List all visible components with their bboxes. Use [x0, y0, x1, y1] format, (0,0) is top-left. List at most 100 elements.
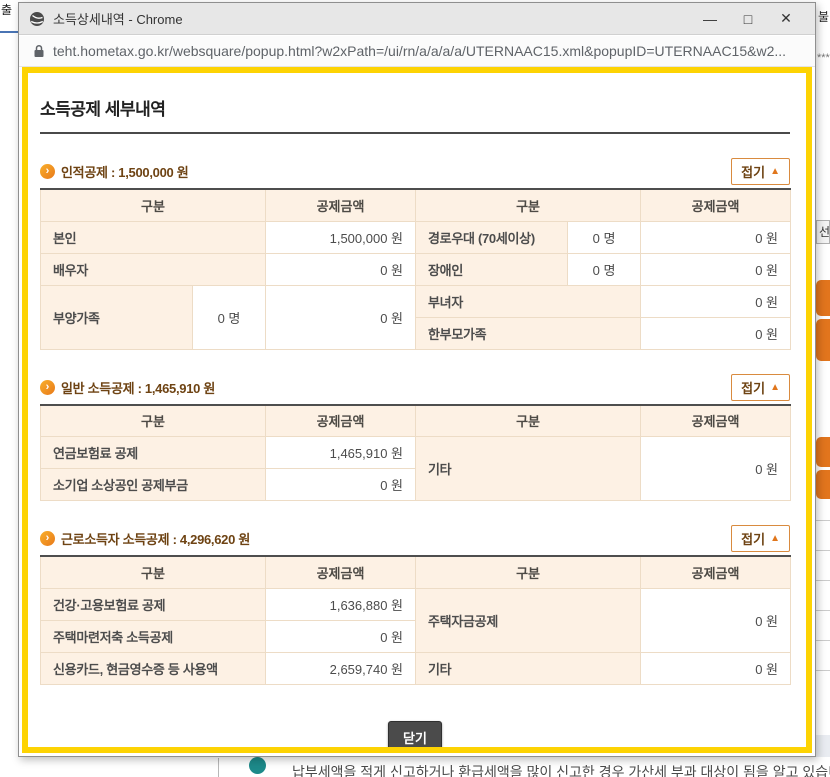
row-label: 경로우대 (70세이상): [416, 221, 568, 253]
collapse-label: 접기: [741, 162, 765, 181]
row-value: 0 원: [641, 437, 791, 501]
partial-select-button[interactable]: 선: [816, 220, 830, 244]
window-controls: — □ ✕: [691, 4, 805, 34]
table-row: 건강·고용보험료 공제 1,636,880 원 주택자금공제 0 원: [41, 588, 791, 620]
partial-orange-button[interactable]: [816, 437, 830, 467]
close-button-row: 닫기: [40, 721, 790, 754]
chevron-up-icon: ▲: [770, 382, 780, 393]
chevron-up-icon: ▲: [770, 533, 780, 544]
lock-icon: [33, 44, 45, 58]
column-header: 공제금액: [641, 556, 791, 588]
row-value: 0 원: [266, 285, 416, 349]
maximize-button[interactable]: □: [729, 4, 767, 34]
popup-body: 소득공제 세부내역 › 인적공제 : 1,500,000 원 접기 ▲ 구분: [22, 67, 812, 753]
check-circle-icon: [249, 757, 266, 774]
column-header: 공제금액: [266, 189, 416, 221]
page-title: 소득공제 세부내역: [40, 95, 794, 120]
section-title: 인적공제 : 1,500,000 원: [61, 162, 188, 181]
chevron-up-icon: ▲: [770, 166, 780, 177]
masked-value-text: ***: [817, 52, 830, 64]
row-label: 배우자: [41, 253, 266, 285]
collapse-button[interactable]: 접기 ▲: [731, 158, 790, 185]
url-bar[interactable]: teht.hometax.go.kr/websquare/popup.html?…: [19, 36, 815, 67]
row-label: 기타: [416, 652, 641, 684]
row-count: 0 명: [193, 285, 266, 349]
close-window-button[interactable]: ✕: [767, 4, 805, 34]
collapse-label: 접기: [741, 378, 765, 397]
personal-deduction-table: 구분 공제금액 구분 공제금액 본인 1,500,000 원 경로우대 (70세…: [40, 188, 791, 350]
row-label: 주택마련저축 소득공제: [41, 620, 266, 652]
background-table-line: [816, 610, 830, 611]
column-header: 공제금액: [641, 405, 791, 437]
row-value: 0 원: [641, 317, 791, 349]
title-divider: [40, 132, 790, 134]
worker-deduction-table: 구분 공제금액 구분 공제금액 건강·고용보험료 공제 1,636,880 원 …: [40, 555, 791, 685]
background-page-bottom: 납부세액을 적게 신고하거나 환급세액을 많이 신고한 경우 가산세 부과 대상…: [0, 757, 830, 777]
column-header: 구분: [41, 405, 266, 437]
row-value: 0 원: [266, 253, 416, 285]
row-label: 기타: [416, 437, 641, 501]
url-text: teht.hometax.go.kr/websquare/popup.html?…: [53, 43, 786, 59]
row-value: 0 원: [641, 221, 791, 253]
column-header: 구분: [416, 556, 641, 588]
table-header-row: 구분 공제금액 구분 공제금액: [41, 556, 791, 588]
column-header: 구분: [41, 556, 266, 588]
row-label: 연금보험료 공제: [41, 437, 266, 469]
table-row: 부양가족 0 명 0 원 부녀자 0 원: [41, 285, 791, 317]
row-label: 소기업 소상공인 공제부금: [41, 469, 266, 501]
row-label: 한부모가족: [416, 317, 641, 349]
partial-orange-button[interactable]: [816, 470, 830, 499]
row-label: 주택자금공제: [416, 588, 641, 652]
row-value: 0 원: [641, 652, 791, 684]
collapse-button[interactable]: 접기 ▲: [731, 374, 790, 401]
background-page-left: 출: [0, 0, 18, 777]
background-bottom-divider: [218, 758, 219, 777]
column-header: 공제금액: [266, 405, 416, 437]
row-count: 0 명: [568, 221, 641, 253]
background-table-line: [816, 550, 830, 551]
table-row: 본인 1,500,000 원 경로우대 (70세이상) 0 명 0 원: [41, 221, 791, 253]
section-title: 근로소득자 소득공제 : 4,296,620 원: [61, 529, 250, 548]
section-bullet-icon: ›: [40, 531, 55, 546]
globe-icon: [29, 11, 45, 27]
row-label: 부녀자: [416, 285, 641, 317]
background-left-text: 출: [1, 1, 12, 18]
section-header-worker-deduction: › 근로소득자 소득공제 : 4,296,620 원 접기 ▲: [40, 525, 790, 552]
row-label: 건강·고용보험료 공제: [41, 588, 266, 620]
column-header: 구분: [416, 405, 641, 437]
background-table-line: [816, 520, 830, 521]
row-value: 0 원: [266, 620, 416, 652]
general-deduction-table: 구분 공제금액 구분 공제금액 연금보험료 공제 1,465,910 원 기타 …: [40, 404, 791, 502]
column-header: 구분: [41, 189, 266, 221]
table-row: 연금보험료 공제 1,465,910 원 기타 0 원: [41, 437, 791, 469]
background-right-text: 불: [818, 8, 829, 25]
minimize-button[interactable]: —: [691, 4, 729, 34]
row-value: 1,465,910 원: [266, 437, 416, 469]
partial-orange-button[interactable]: [816, 319, 830, 361]
section-header-personal-deduction: › 인적공제 : 1,500,000 원 접기 ▲: [40, 158, 790, 185]
window-titlebar[interactable]: 소득상세내역 - Chrome — □ ✕: [19, 3, 815, 35]
window-title: 소득상세내역 - Chrome: [53, 9, 183, 28]
background-page-right: 불 *** 선: [816, 0, 830, 777]
screen: 출 불 *** 선 납부세액을 적게 신고하거나 환급세액을 많이 신고한 경우…: [0, 0, 830, 777]
background-table-line: [816, 640, 830, 641]
row-value: 0 원: [641, 253, 791, 285]
partial-orange-button[interactable]: [816, 280, 830, 316]
row-label: 신용카드, 현금영수증 등 사용액: [41, 652, 266, 684]
table-row: 신용카드, 현금영수증 등 사용액 2,659,740 원 기타 0 원: [41, 652, 791, 684]
chrome-popup-window: 소득상세내역 - Chrome — □ ✕ teht.hometax.go.kr…: [18, 2, 816, 757]
section-bullet-icon: ›: [40, 380, 55, 395]
column-header: 구분: [416, 189, 641, 221]
table-header-row: 구분 공제금액 구분 공제금액: [41, 189, 791, 221]
row-count: 0 명: [568, 253, 641, 285]
row-value: 0 원: [641, 588, 791, 652]
collapse-button[interactable]: 접기 ▲: [731, 525, 790, 552]
row-value: 2,659,740 원: [266, 652, 416, 684]
close-popup-button[interactable]: 닫기: [388, 721, 442, 754]
background-notice-text: 납부세액을 적게 신고하거나 환급세액을 많이 신고한 경우 가산세 부과 대상…: [292, 762, 830, 777]
row-value: 1,636,880 원: [266, 588, 416, 620]
section-title: 일반 소득공제 : 1,465,910 원: [61, 378, 215, 397]
row-value: 0 원: [641, 285, 791, 317]
background-table-line: [816, 670, 830, 671]
column-header: 공제금액: [641, 189, 791, 221]
